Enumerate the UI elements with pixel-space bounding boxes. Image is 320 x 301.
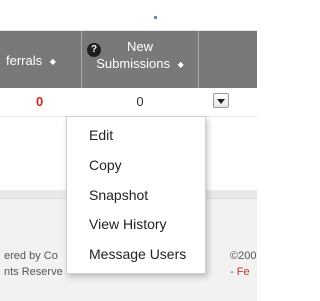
sort-icon[interactable]: ◆ [50, 57, 56, 66]
loading-dot [154, 16, 157, 19]
footer-rights-reserved: nts Reserve [4, 266, 63, 278]
menu-item-copy[interactable]: Copy [89, 157, 122, 173]
footer-left-text: ered by Co nts Reserve [4, 248, 63, 280]
row-actions-dropdown-button[interactable] [213, 93, 229, 108]
column-header-new-submissions-line1: New [126, 39, 153, 54]
column-header-referrals-label: ferrals [6, 53, 43, 68]
chevron-down-icon [217, 99, 225, 104]
top-strip [0, 0, 257, 30]
column-header-new-submissions[interactable]: New Submissions ◆ [82, 38, 198, 73]
sort-icon[interactable]: ◆ [178, 56, 184, 73]
footer-copyright: ©200 [230, 250, 257, 262]
footer-right-text: ©200 - Fe [230, 248, 256, 280]
footer-powered-by: ered by Co [4, 250, 58, 262]
menu-item-edit[interactable]: Edit [89, 127, 113, 143]
cell-referrals-count[interactable]: 0 [36, 94, 43, 109]
table-header: ferrals ◆ ? New Submissions ◆ [0, 31, 257, 88]
column-divider [198, 31, 199, 88]
footer-separator: - [230, 266, 237, 278]
context-menu: Edit Copy Snapshot View History Message … [66, 116, 206, 274]
column-header-referrals[interactable]: ferrals ◆ [6, 53, 56, 68]
footer-link[interactable]: Fe [237, 266, 250, 278]
menu-item-message-users[interactable]: Message Users [89, 246, 186, 262]
menu-item-view-history[interactable]: View History [89, 216, 167, 232]
table-row: 0 0 [0, 88, 257, 117]
menu-item-snapshot[interactable]: Snapshot [89, 187, 148, 203]
cell-new-submissions-count: 0 [136, 94, 144, 109]
column-header-new-submissions-line2: Submissions [96, 56, 170, 71]
